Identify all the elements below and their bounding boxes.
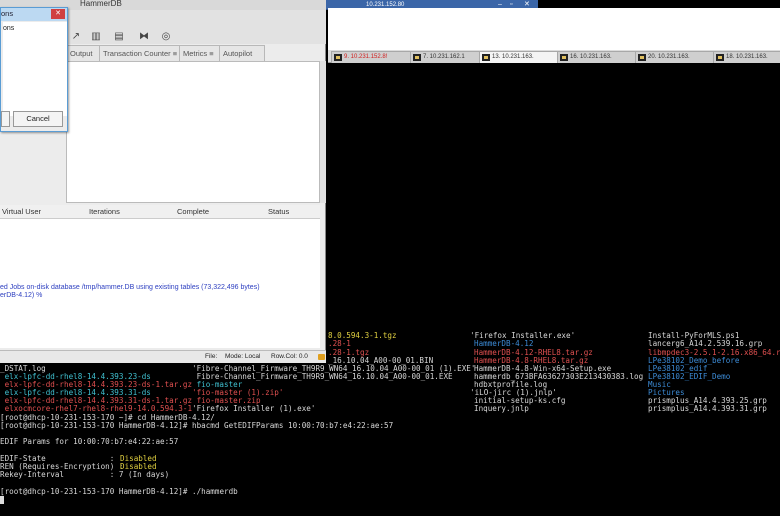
terminal-icon	[482, 54, 490, 61]
output-tabs: Output Transaction Counter ≡ Metrics ≡ A…	[66, 45, 326, 62]
dialog-title: ons	[1, 9, 14, 18]
terminal-icon	[334, 54, 342, 61]
ssh-client-toolbar	[328, 8, 780, 50]
terminal-line: [root@dhcp-10-231-153-170 HammerDB-4.12]…	[0, 487, 238, 496]
terminal-line: HammerDB-4.12	[474, 339, 534, 348]
network-icon[interactable]: ⧓	[138, 31, 150, 43]
status-mode: Mode: Local	[225, 353, 261, 360]
scrollbar[interactable]	[320, 61, 326, 203]
ssh-tab-label: 18. 10.231.163.	[726, 54, 768, 60]
ssh-tab[interactable]: 16. 10.231.163.×	[557, 51, 645, 63]
virtual-user-grid	[0, 219, 320, 282]
tab-autopilot[interactable]: Autopilot	[219, 45, 265, 62]
output-panel	[66, 61, 320, 203]
dialog-body: ons	[3, 22, 67, 116]
ssh-tab[interactable]: 18. 10.231.163.×	[713, 51, 780, 63]
tab-transaction-counter[interactable]: Transaction Counter ≡	[99, 45, 186, 62]
ssh-tab-label: 13. 10.231.163.	[492, 54, 534, 60]
ok-button[interactable]	[1, 111, 10, 127]
options-dialog: ons ✕ ons Cancel	[0, 7, 68, 132]
status-file: File:	[205, 353, 218, 360]
terminal-line: Inquery.jnlp	[474, 404, 529, 413]
terminal-icon	[638, 54, 646, 61]
terminal-line: lancerg6_A14.2.539.16.grp	[648, 339, 763, 348]
column-virtual-user: Virtual User	[2, 207, 42, 216]
target-icon[interactable]: ◎	[160, 31, 172, 43]
console-log: ed Jobs on-disk database /tmp/hammer.DB …	[0, 282, 320, 348]
chart-icon[interactable]: ▥	[90, 31, 102, 43]
ssh-tab[interactable]: 20. 10.231.163.×	[635, 51, 723, 63]
ssh-tab-bar: 9. 10.231.152.8!×7. 10.231.162.1 ×13. 10…	[328, 50, 780, 63]
ssh-tab-label: 20. 10.231.163.	[648, 54, 690, 60]
metrics-icon[interactable]: ▤	[113, 31, 125, 43]
terminal-line: elxocmcore-rhel7-rhel8-rhel9-14.0.594.3-…	[0, 404, 193, 413]
ssh-tab-label: 9. 10.231.152.8!	[344, 54, 388, 60]
column-complete: Complete	[177, 207, 210, 216]
status-bar: File: Mode: Local Row.Col: 0.0	[0, 350, 326, 363]
virtual-user-grid-header: Virtual User Iterations Complete Status	[0, 205, 320, 219]
ssh-tab-label: 16. 10.231.163.	[570, 54, 612, 60]
terminal-line: .28-1	[328, 339, 351, 348]
run-icon[interactable]: ↗	[70, 31, 82, 43]
terminal-line: 'Firefox Installer (1).exe'	[192, 404, 316, 413]
ssh-tab-label: 7. 10.231.162.1	[423, 54, 467, 60]
window-title: HammerDB	[80, 0, 122, 8]
terminal-line: Rekey-Interval : 7 (In days)	[0, 470, 170, 479]
ssh-tab[interactable]: 13. 10.231.163.×	[479, 51, 567, 63]
column-iterations: Iterations	[89, 207, 120, 216]
terminal-icon	[560, 54, 568, 61]
dialog-item[interactable]: ons	[3, 25, 14, 32]
terminal-line: EDIF Params for 10:00:70:b7:e4:22:ae:57	[0, 437, 179, 446]
cancel-button[interactable]: Cancel	[13, 111, 63, 127]
terminal-line: [root@dhcp-10-231-153-170 HammerDB-4.12]…	[0, 421, 394, 430]
terminal-icon	[413, 54, 421, 61]
status-rowcol: Row.Col: 0.0	[271, 353, 308, 360]
terminal-icon	[716, 54, 724, 61]
log-line: ed Jobs on-disk database /tmp/hammer.DB …	[0, 284, 260, 291]
dialog-close-icon[interactable]: ✕	[51, 9, 65, 19]
status-icon	[318, 354, 325, 360]
log-line: erDB-4.12) %	[0, 292, 43, 299]
column-status: Status	[268, 207, 290, 216]
ssh-tab[interactable]: 9. 10.231.152.8!×	[331, 51, 419, 63]
terminal-line: prismplus_A14.4.393.31.grp	[648, 404, 767, 413]
terminal-cursor	[0, 496, 4, 504]
